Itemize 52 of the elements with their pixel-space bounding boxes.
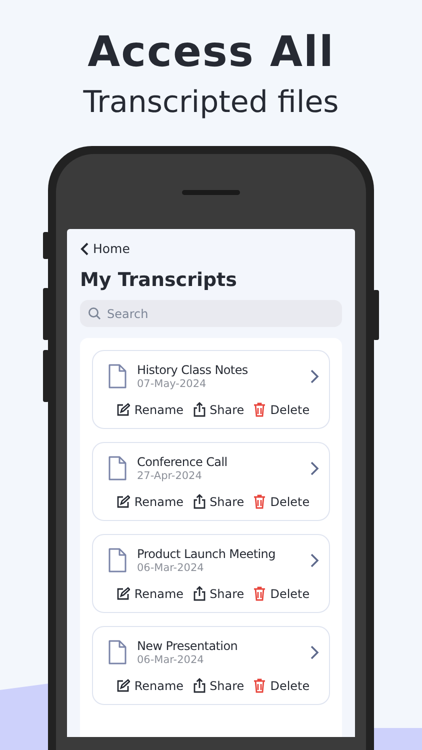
action-button[interactable]: Rename [116,586,184,601]
chevron-right-icon[interactable] [310,645,319,660]
subheadline: Transcripted files [83,84,339,122]
transcript-name: Conference Call [137,455,228,469]
transcript-date: 27-Apr-2024 [137,470,203,482]
action-button[interactable]: Rename [116,678,184,693]
transcript-name: Product Launch Meeting [137,547,276,561]
search-icon [88,307,101,320]
action-button[interactable]: Share [192,678,244,693]
action-button[interactable]: Share [192,402,244,417]
screen-title: My Transcripts [80,269,238,291]
headline: Access All [88,26,334,78]
back-button[interactable]: Home [80,241,130,256]
trash-icon [253,586,266,601]
transcript-name: New Presentation [137,639,239,653]
action-button[interactable]: Rename [116,494,184,509]
action-button[interactable]: Delete [253,494,310,509]
share-icon [192,402,206,417]
chevron-right-icon[interactable] [310,553,319,568]
search-field[interactable]: Search [80,300,342,327]
trash-icon [253,678,266,693]
transcript-card[interactable]: Product Launch Meeting 06-Mar-2024 Rename Share Delete [92,534,330,613]
action-button[interactable]: Share [192,586,244,601]
chevron-right-icon[interactable] [310,461,319,476]
transcript-date: 07-May-2024 [137,378,208,390]
transcript-name: History Class Notes [137,363,249,377]
action-button[interactable]: Rename [116,402,184,417]
document-icon [107,640,127,665]
share-icon [192,586,206,601]
transcript-card[interactable]: New Presentation 06-Mar-2024 Rename Share Delete [92,626,330,705]
action-button[interactable]: Share [192,494,244,509]
document-icon [107,456,127,481]
edit-icon [116,678,130,692]
edit-icon [116,586,130,600]
action-button[interactable]: Delete [253,678,310,693]
action-button[interactable]: Delete [253,586,310,601]
edit-icon [116,494,130,508]
action-button[interactable]: Delete [253,402,310,417]
document-icon [107,364,127,389]
share-icon [192,678,206,693]
speaker-grille [182,190,240,195]
share-icon [192,494,206,509]
transcript-date: 06-Mar-2024 [137,654,205,666]
chevron-right-icon[interactable] [310,369,319,384]
trash-icon [253,494,266,509]
document-icon [107,548,127,573]
transcript-card[interactable]: History Class Notes 07-May-2024 Rename Share Delete [92,350,330,429]
transcript-card[interactable]: Conference Call 27-Apr-2024 Rename Share Delete [92,442,330,521]
chevron-left-icon [80,242,89,256]
trash-icon [253,402,266,417]
transcript-date: 06-Mar-2024 [137,562,205,574]
edit-icon [116,402,130,416]
